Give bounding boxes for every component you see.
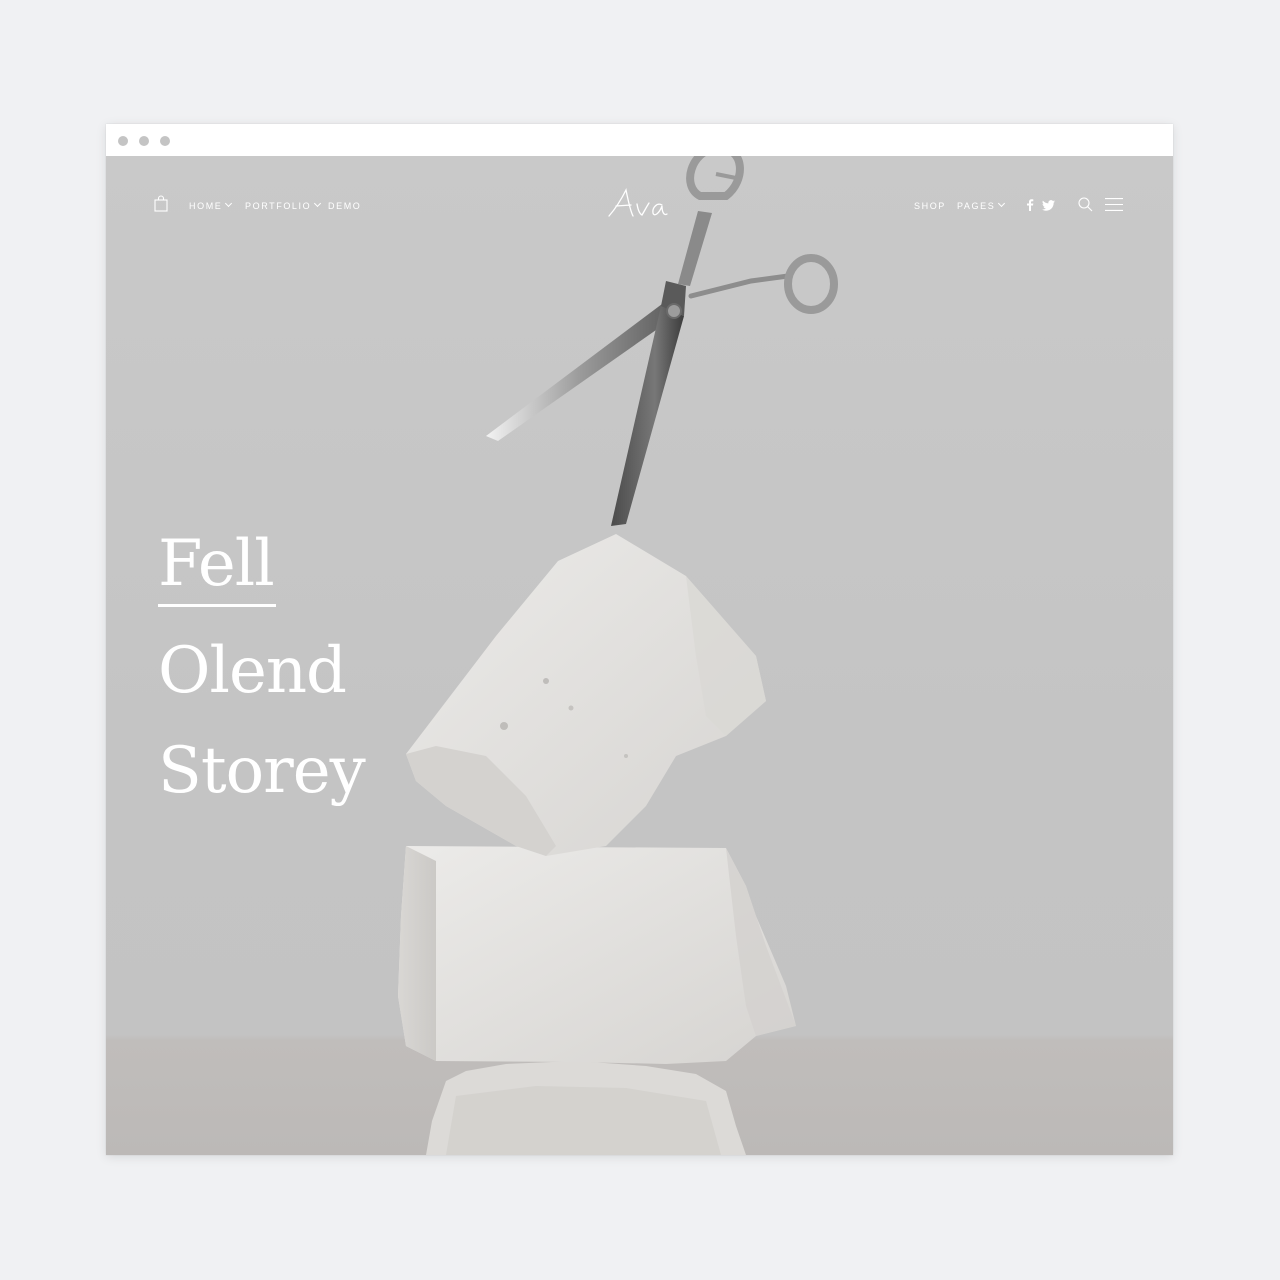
chevron-down-icon bbox=[225, 199, 233, 208]
hero-headline-line: Storey bbox=[158, 734, 366, 808]
nav-link-pages[interactable]: PAGES bbox=[957, 199, 1006, 211]
hero-section: HOME PORTFOLIO DEMO SHOP PAGES Fell Olen… bbox=[106, 156, 1173, 1155]
nav-link-portfolio[interactable]: PORTFOLIO bbox=[245, 199, 322, 211]
nav-link-demo[interactable]: DEMO bbox=[328, 201, 361, 211]
nav-link-home[interactable]: HOME bbox=[189, 199, 233, 211]
window-dot[interactable] bbox=[160, 136, 170, 146]
top-navigation: HOME PORTFOLIO DEMO SHOP PAGES bbox=[106, 156, 1173, 256]
hero-headline-line: Olend bbox=[158, 634, 347, 708]
chevron-down-icon bbox=[998, 199, 1006, 208]
search-icon[interactable] bbox=[1078, 197, 1093, 217]
window-dot[interactable] bbox=[118, 136, 128, 146]
shopping-bag-icon[interactable] bbox=[154, 195, 168, 217]
window-dot[interactable] bbox=[139, 136, 149, 146]
menu-icon[interactable] bbox=[1105, 198, 1123, 216]
hero-headline: Fell Olend Storey bbox=[158, 514, 366, 821]
browser-titlebar bbox=[106, 124, 1173, 157]
browser-window: HOME PORTFOLIO DEMO SHOP PAGES Fell Olen… bbox=[106, 124, 1173, 1155]
logo[interactable] bbox=[606, 186, 670, 222]
hero-headline-line[interactable]: Fell bbox=[158, 524, 276, 607]
twitter-icon[interactable] bbox=[1042, 198, 1055, 216]
chevron-down-icon bbox=[314, 199, 322, 208]
facebook-icon[interactable] bbox=[1026, 198, 1034, 216]
nav-link-shop[interactable]: SHOP bbox=[914, 201, 946, 211]
